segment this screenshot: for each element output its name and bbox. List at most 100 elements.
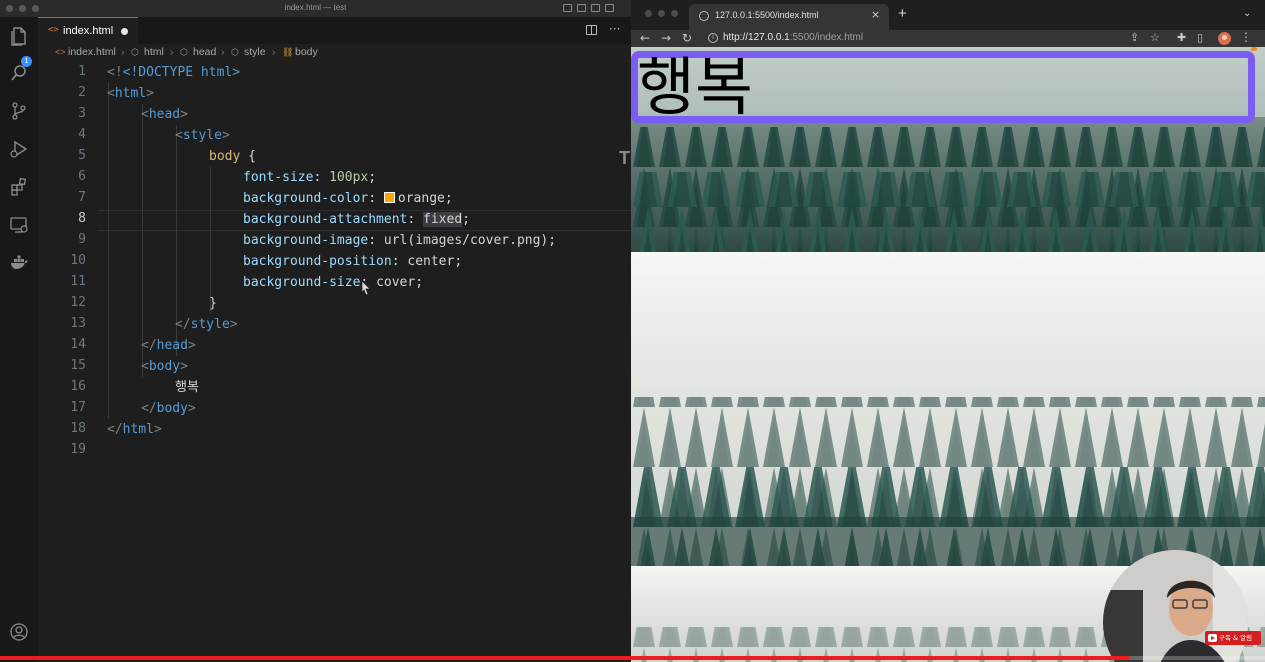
css-value-selected: fixed <box>423 212 463 227</box>
toggle-secondary-sidebar-icon[interactable] <box>591 4 600 12</box>
line-number: 9 <box>78 232 86 247</box>
line-number: 13 <box>70 316 86 331</box>
unsaved-dot-icon[interactable] <box>121 28 128 35</box>
address-bar[interactable]: i http://127.0.0.1:5500/index.html <box>703 31 1123 46</box>
code-line-9: background-image: url(images/cover.png); <box>243 233 557 248</box>
extensions-icon[interactable] <box>9 177 29 197</box>
scrollbar-thumb[interactable] <box>1251 47 1257 51</box>
element-icon: ⬡ <box>131 47 139 57</box>
line-number: 10 <box>70 253 86 268</box>
chevron-right-icon: › <box>221 46 225 58</box>
minimize-window-button[interactable] <box>658 10 665 17</box>
side-panel-icon[interactable]: ▯ <box>1197 31 1203 44</box>
source-control-icon[interactable] <box>9 101 29 121</box>
tag-name: style <box>182 128 222 143</box>
line-number: 7 <box>78 190 86 205</box>
toggle-sidebar-icon[interactable] <box>563 4 572 12</box>
tab-index-html[interactable]: <> index.html <box>38 17 138 44</box>
breadcrumb-file[interactable]: index.html <box>68 46 116 58</box>
breadcrumb-body[interactable]: body <box>295 46 318 58</box>
reload-icon[interactable]: ↻ <box>682 31 692 45</box>
line-number: 3 <box>78 106 86 121</box>
close-tab-icon[interactable]: × <box>871 8 880 21</box>
code-line-2: <html> <box>107 86 154 101</box>
url-text[interactable]: http://127.0.0.1:5500/index.html <box>723 32 863 43</box>
zoom-window-button[interactable] <box>671 10 678 17</box>
code-line-3: <head> <box>141 107 188 122</box>
more-actions-icon[interactable]: ··· <box>609 22 620 36</box>
url-host: http://127.0.0.1 <box>723 32 790 43</box>
code-line-7: background-color: orange; <box>243 191 453 206</box>
split-editor-icon[interactable] <box>586 25 597 35</box>
css-property: background-color <box>243 191 369 206</box>
customize-layout-icon[interactable] <box>605 4 614 12</box>
code-line-6: font-size: 100px; <box>243 170 377 185</box>
line-number: 2 <box>78 85 86 100</box>
line-number: 8 <box>78 211 86 226</box>
explorer-icon[interactable] <box>9 26 29 46</box>
css-value: url(images/cover.png) <box>383 233 549 248</box>
css-value: cover <box>376 275 416 290</box>
chevron-right-icon: › <box>121 46 125 58</box>
css-selector-icon: ⛓ <box>282 47 294 57</box>
code-line-5: body { <box>209 149 256 164</box>
css-value: center <box>407 254 455 269</box>
css-property: background-image <box>243 233 369 248</box>
code-line-4: <style> <box>175 128 230 143</box>
line-number: 6 <box>78 169 86 184</box>
tab-search-icon[interactable]: ⌄ <box>1243 8 1251 19</box>
activity-bar: 1 <box>0 17 38 662</box>
back-icon[interactable]: ← <box>640 31 650 45</box>
docker-icon[interactable] <box>9 253 29 273</box>
run-debug-icon[interactable] <box>9 139 29 159</box>
browser-toolbar: ← → ↻ i http://127.0.0.1:5500/index.html… <box>631 30 1265 47</box>
editor-tab-bar: <> index.html ··· <box>38 17 631 44</box>
extensions-puzzle-icon[interactable]: ✚ <box>1177 31 1186 44</box>
browser-tab[interactable]: 127.0.0.1:5500/index.html × <box>689 4 889 30</box>
search-icon[interactable] <box>9 63 29 83</box>
toggle-panel-icon[interactable] <box>577 4 586 12</box>
line-number: 17 <box>70 400 86 415</box>
browser-menu-icon[interactable]: ⋮ <box>1240 30 1252 44</box>
line-number: 19 <box>70 442 86 457</box>
account-icon[interactable] <box>9 622 29 642</box>
youtube-play-icon <box>1208 634 1217 642</box>
line-number: 16 <box>70 379 86 394</box>
css-property: background-siz <box>243 275 353 290</box>
bookmark-star-icon[interactable]: ☆ <box>1150 31 1160 44</box>
remote-explorer-icon[interactable] <box>9 215 29 235</box>
body-text: 행복 <box>175 380 199 395</box>
breadcrumb: <> index.html › ⬡ html › ⬡ head › ⬡ styl… <box>38 44 631 62</box>
profile-avatar[interactable] <box>1218 32 1231 45</box>
breadcrumb-style[interactable]: style <box>244 46 266 58</box>
code-line-11: background-size: cover; <box>243 275 424 290</box>
site-info-icon[interactable]: i <box>708 33 718 43</box>
breadcrumb-html[interactable]: html <box>144 46 164 58</box>
line-number: 15 <box>70 358 86 373</box>
element-icon: ⬡ <box>231 47 239 57</box>
breadcrumb-head[interactable]: head <box>193 46 216 58</box>
code-line-15: <body> <box>141 359 188 374</box>
line-number: 18 <box>70 421 86 436</box>
mouse-cursor-icon <box>361 280 371 296</box>
new-tab-button[interactable]: + <box>898 5 907 22</box>
code-line-16: 행복 <box>175 377 199 398</box>
video-progress-bar[interactable] <box>0 656 1265 660</box>
close-window-button[interactable] <box>645 10 652 17</box>
tag-name: html <box>122 422 154 437</box>
forward-icon[interactable]: → <box>661 31 671 45</box>
vscode-window: index.html — test 1 <> index.html ··· <>… <box>0 0 631 662</box>
chevron-right-icon: › <box>272 46 276 58</box>
url-path: :5500/index.html <box>789 32 864 43</box>
color-swatch-icon[interactable] <box>383 192 395 203</box>
share-icon[interactable]: ⇪ <box>1130 31 1139 44</box>
subscribe-label: 구독 & 알림 <box>1219 634 1253 642</box>
line-number: 14 <box>70 337 86 352</box>
chevron-right-icon: › <box>170 46 174 58</box>
doctype-text: <!DOCTYPE html> <box>122 65 241 80</box>
code-line-10: background-position: center; <box>243 254 463 269</box>
tag-name: head <box>148 107 181 122</box>
code-line-18: </html> <box>107 422 162 437</box>
subscribe-badge[interactable]: 구독 & 알림 <box>1205 631 1261 645</box>
code-line-1: <!<!DOCTYPE html> <box>107 65 241 80</box>
